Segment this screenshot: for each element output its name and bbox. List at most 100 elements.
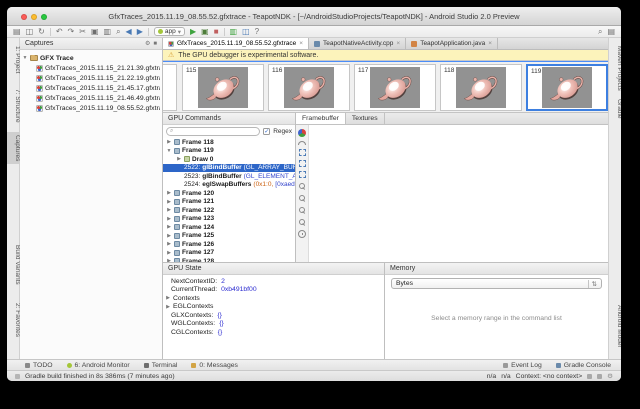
chevron-right-icon[interactable]: ▶ [165, 304, 171, 310]
render-settings-icon[interactable] [298, 230, 306, 238]
zoom-out-icon[interactable] [298, 182, 306, 190]
command-row-selected[interactable]: 2522: glBindBuffer(GL_ARRAY_BUFFER, 0) [163, 164, 295, 173]
chevron-right-icon[interactable]: ▶ [166, 207, 172, 213]
run-icon[interactable]: ▶ [190, 28, 196, 36]
zoom-fit-icon[interactable] [298, 206, 306, 214]
forward-icon[interactable]: ▶ [137, 28, 143, 36]
zoom-in-icon[interactable] [298, 194, 306, 202]
sidebar-item-android-monitor[interactable]: 6: Android Monitor [67, 362, 130, 369]
toggle-toolwindows-icon[interactable] [15, 374, 20, 379]
state-row[interactable]: WGLContexts: {} [163, 320, 384, 329]
paste-icon[interactable]: ▥ [104, 28, 112, 36]
sidebar-item-messages[interactable]: 0: Messages [191, 362, 238, 369]
sdk-manager-icon[interactable]: ◫ [242, 28, 250, 36]
state-row-expandable[interactable]: ▶ EGLContexts [163, 303, 384, 312]
open-icon[interactable]: ▤ [13, 28, 21, 36]
tab-teapotapplication[interactable]: TeapotApplication.java × [406, 38, 498, 49]
command-row[interactable]: 2523: glBindBuffer(GL_ELEMENT_ARRAY_BUF [163, 172, 295, 181]
chevron-right-icon[interactable]: ▶ [166, 241, 172, 247]
sidebar-item-terminal[interactable]: Terminal [144, 362, 178, 369]
sidebar-item-maven-projects[interactable]: Maven Projects [609, 43, 621, 94]
sidebar-item-gradle-console[interactable]: Gradle Console [556, 362, 611, 369]
state-row[interactable]: CurrentThread: 0xb491bf00 [163, 286, 384, 295]
back-icon[interactable]: ◀ [126, 28, 132, 36]
capture-item[interactable]: GfxTraces_2015.11.19_08.55.52.gfxtrace [22, 103, 160, 113]
frame-node[interactable]: ▶ Frame 118 [163, 138, 295, 147]
frame-thumbnail[interactable]: 117 [354, 64, 436, 111]
sidebar-item-favorites[interactable]: 2: Favorites [7, 300, 20, 340]
capture-item[interactable]: GfxTraces_2015.11.15_21.45.17.gfxtrace [22, 83, 160, 93]
chevron-right-icon[interactable]: ▶ [166, 139, 172, 145]
close-icon[interactable]: × [488, 40, 492, 47]
frame-thumbnail-partial[interactable] [163, 64, 177, 111]
chevron-right-icon[interactable]: ▶ [166, 216, 172, 222]
captures-root-node[interactable]: ▼ GFX Trace [22, 53, 160, 63]
frame-node[interactable]: ▶Frame 125 [163, 232, 295, 241]
capture-item[interactable]: GfxTraces_2015.11.15_21.22.19.gfxtrace [22, 73, 160, 83]
sidebar-item-captures[interactable]: Captures [7, 132, 20, 164]
sync-icon[interactable]: ↻ [38, 28, 45, 36]
run-configuration-select[interactable]: app ▾ [154, 27, 185, 36]
chevron-right-icon[interactable]: ▶ [176, 156, 182, 162]
frame-thumbnail[interactable]: 115 [182, 64, 264, 111]
frame-node[interactable]: ▶Frame 126 [163, 240, 295, 249]
frame-thumbnail-selected[interactable]: 119 [526, 64, 608, 111]
chevron-right-icon[interactable]: ▶ [166, 233, 172, 239]
capture-item[interactable]: GfxTraces_2015.11.15_21.46.49.gfxtrace [22, 93, 160, 103]
chevron-down-icon[interactable]: ▼ [166, 148, 172, 154]
sidebar-item-android-model[interactable]: Android Model [609, 302, 621, 350]
sidebar-item-build-variants[interactable]: Build Variants [7, 242, 20, 288]
close-icon[interactable]: × [396, 40, 400, 47]
help-icon[interactable]: ? [255, 28, 259, 36]
save-icon[interactable]: ◫ [26, 28, 34, 36]
sidebar-item-project[interactable]: 1: Project [7, 43, 20, 76]
chevron-right-icon[interactable]: ▶ [166, 190, 172, 196]
stop-icon[interactable]: ■ [214, 28, 219, 36]
sidebar-item-structure[interactable]: 7: Structure [7, 86, 20, 126]
cut-icon[interactable]: ✂ [79, 28, 86, 36]
gear-icon[interactable]: ⚙ [145, 40, 150, 47]
tab-textures[interactable]: Textures [346, 113, 385, 124]
frame-node-expanded[interactable]: ▼ Frame 119 [163, 147, 295, 156]
actual-size-icon[interactable] [299, 160, 306, 167]
state-row[interactable]: CGLContexts: {} [163, 328, 384, 337]
state-row[interactable]: GLXContexts: {} [163, 311, 384, 320]
chevron-right-icon[interactable]: ▶ [166, 199, 172, 205]
frame-thumbnail[interactable]: 116 [268, 64, 350, 111]
tab-gfxtrace[interactable]: GfxTraces_2015.11.19_08.55.52.gfxtrace × [163, 38, 309, 49]
sidebar-item-todo[interactable]: TODO [25, 362, 53, 369]
regex-checkbox[interactable]: ✓ [263, 128, 270, 135]
lock-icon[interactable] [587, 374, 592, 379]
flip-vertically-icon[interactable] [298, 141, 306, 145]
command-tree[interactable]: ▶ Frame 118 ▼ Frame 119 ▶ Draw 0 2522: g… [163, 138, 295, 262]
frame-node[interactable]: ▶Frame 127 [163, 249, 295, 258]
project-structure-icon[interactable]: ▤ [607, 28, 615, 36]
zoom-reset-icon[interactable] [298, 218, 306, 226]
search-everywhere-icon[interactable]: ⌕ [598, 28, 602, 36]
frame-filmstrip[interactable]: 115 116 117 118 119 [163, 61, 608, 113]
highlight-level-icon[interactable] [597, 374, 602, 379]
copy-icon[interactable]: ▣ [91, 28, 99, 36]
chevron-down-icon[interactable]: ▼ [22, 55, 28, 61]
status-context[interactable]: Context: <no context> [516, 373, 583, 380]
frame-node[interactable]: ▶Frame 124 [163, 223, 295, 232]
chevron-right-icon[interactable]: ▶ [165, 295, 171, 301]
sidebar-item-gradle[interactable]: Gradle [609, 96, 621, 122]
close-window-button[interactable] [21, 14, 27, 20]
tab-framebuffer[interactable]: Framebuffer [296, 113, 346, 124]
draw-call-node[interactable]: ▶ Draw 0 [163, 155, 295, 164]
avd-manager-icon[interactable]: ▥ [230, 28, 238, 36]
state-row-expandable[interactable]: ▶ Contexts [163, 294, 384, 303]
fit-to-window-icon[interactable] [299, 149, 306, 156]
command-row[interactable]: 2524: eglSwapBuffers(0x1:0, [0xaedfecc0:… [163, 181, 295, 190]
capture-item[interactable]: GfxTraces_2015.11.15_21.21.39.gfxtrace [22, 63, 160, 73]
frame-node[interactable]: ▶Frame 123 [163, 215, 295, 224]
tab-teapotnativeactivity[interactable]: TeapotNativeActivity.cpp × [309, 38, 406, 49]
sidebar-item-event-log[interactable]: Event Log [503, 362, 542, 369]
gear-icon[interactable]: ⚙ [607, 372, 613, 380]
frame-node[interactable]: ▶Frame 121 [163, 198, 295, 207]
chevron-right-icon[interactable]: ▶ [166, 224, 172, 230]
zoom-to-region-icon[interactable] [299, 171, 306, 178]
debug-icon[interactable]: ▣ [201, 28, 209, 36]
redo-icon[interactable]: ↷ [68, 28, 75, 36]
